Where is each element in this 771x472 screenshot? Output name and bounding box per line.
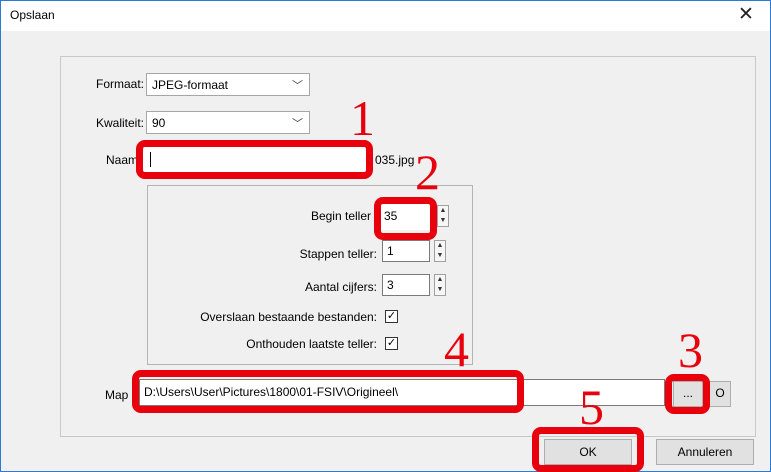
format-label: Formaat: [95, 77, 144, 91]
spin-down-icon[interactable]: ▼ [435, 285, 445, 295]
digits-value: 3 [387, 278, 394, 292]
format-select[interactable]: JPEG-formaat ﹀ [146, 73, 310, 96]
quality-label: Kwaliteit: [95, 116, 144, 130]
name-label: Naam [105, 153, 138, 167]
remember-counter-checkbox[interactable]: ✓ [385, 337, 398, 350]
format-value: JPEG-formaat [152, 78, 229, 92]
annotation-number-3: 3 [678, 322, 703, 378]
begin-counter-label: Begin teller [310, 209, 371, 223]
cancel-button[interactable]: Annuleren [656, 439, 754, 465]
annotation-highlight-name [136, 140, 373, 179]
folder-label: Map [105, 388, 129, 402]
open-folder-button[interactable]: O [709, 381, 731, 407]
skip-existing-checkbox[interactable]: ✓ [385, 310, 398, 323]
chevron-down-icon: ﹀ [292, 80, 303, 92]
digits-field[interactable]: 3 [382, 274, 430, 296]
annotation-highlight-begin-counter [374, 197, 437, 240]
annotation-highlight-browse [665, 374, 710, 414]
save-dialog: Opslaan ✕ Formaat: JPEG-formaat ﹀ Kwalit… [0, 0, 771, 472]
spin-up-icon[interactable]: ▲ [435, 275, 445, 285]
annotation-number-2: 2 [415, 144, 440, 200]
spin-up-icon[interactable]: ▲ [435, 241, 445, 251]
chevron-down-icon: ﹀ [292, 118, 303, 130]
dialog-title: Opslaan [10, 8, 55, 22]
skip-existing-label: Overslaan bestaande bestanden: [200, 310, 377, 324]
annotation-number-4: 4 [444, 321, 469, 377]
step-counter-label: Stappen teller: [299, 247, 377, 261]
begin-counter-spinner[interactable]: ▲ ▼ [437, 205, 449, 227]
step-counter-field[interactable]: 1 [382, 240, 430, 262]
spin-up-icon[interactable]: ▲ [438, 206, 448, 216]
step-counter-value: 1 [387, 244, 394, 258]
name-suffix: 035.jpg [375, 153, 415, 167]
annotation-number-1: 1 [350, 90, 375, 146]
quality-select[interactable]: 90 ﹀ [146, 111, 310, 134]
title-bar: Opslaan ✕ [1, 1, 770, 31]
digits-spinner[interactable]: ▲ ▼ [434, 274, 446, 296]
annotation-number-5: 5 [579, 379, 604, 435]
close-icon[interactable]: ✕ [723, 1, 769, 31]
spin-down-icon[interactable]: ▼ [435, 251, 445, 261]
quality-value: 90 [152, 116, 166, 130]
spin-down-icon[interactable]: ▼ [438, 216, 448, 226]
remember-counter-label: Onthouden laatste teller: [246, 337, 377, 351]
step-counter-spinner[interactable]: ▲ ▼ [434, 240, 446, 262]
digits-label: Aantal cijfers: [304, 280, 377, 294]
